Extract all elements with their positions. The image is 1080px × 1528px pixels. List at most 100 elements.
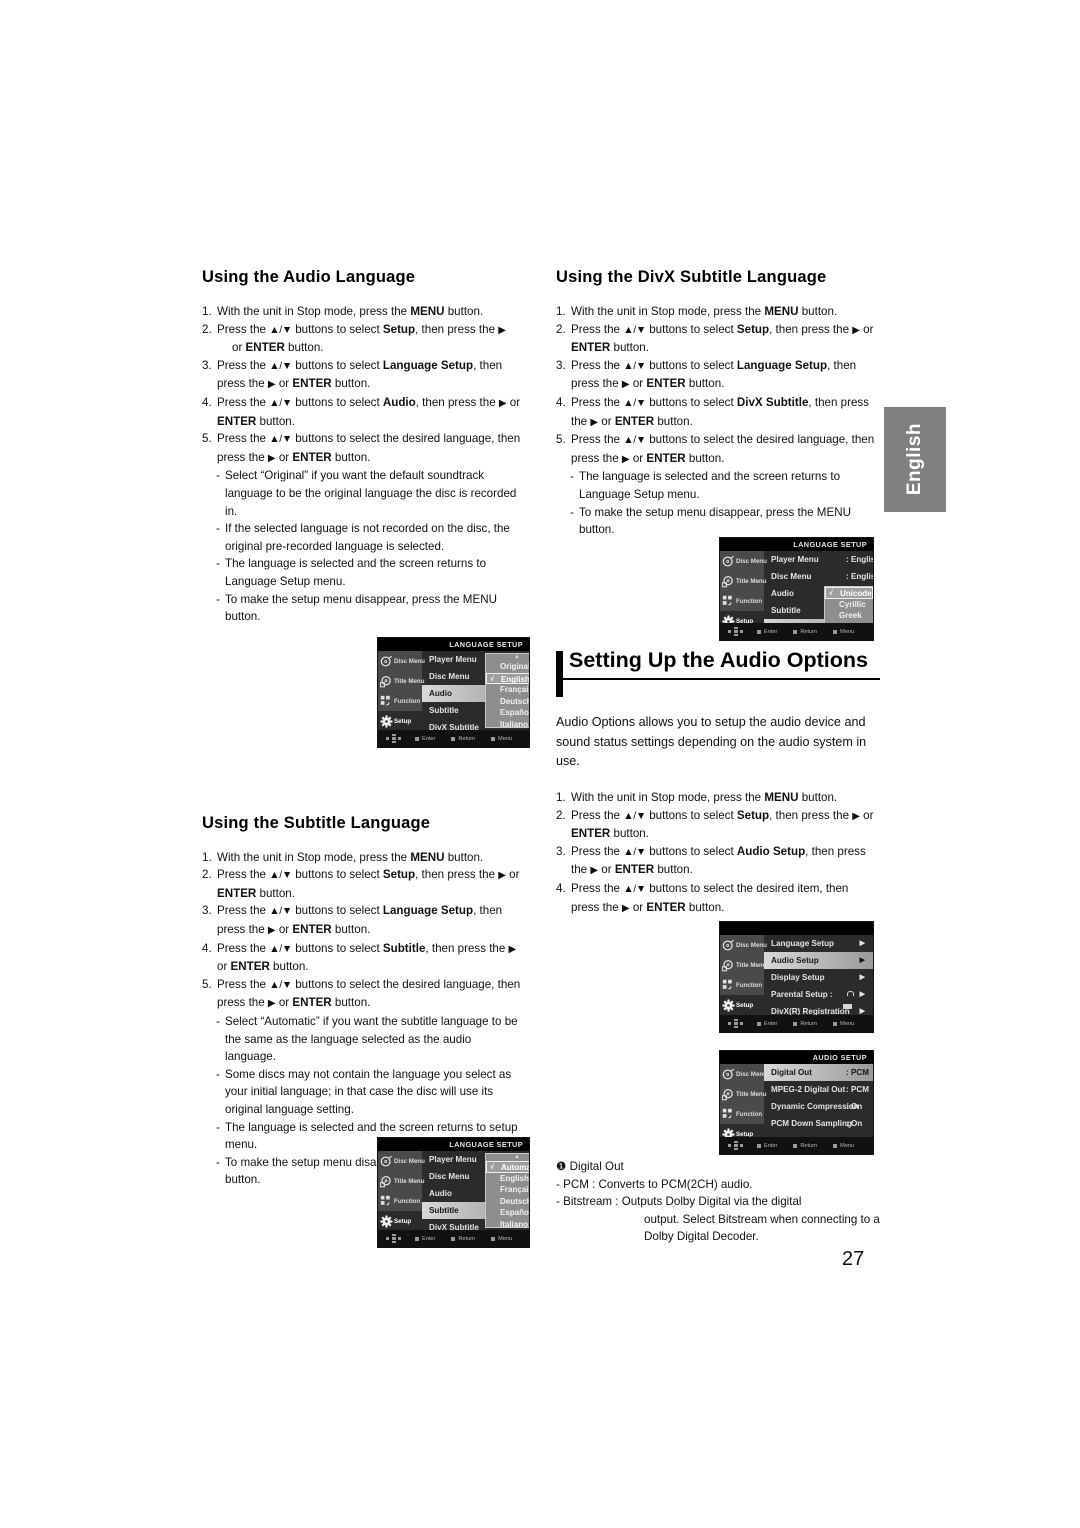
steps-divx-subtitle-language: 1. With the unit in Stop mode, press the … [556, 303, 878, 539]
instruction-step: 3. Press the ▲/▼ buttons to select Audio … [556, 843, 878, 880]
osd-sidebar-item-function[interactable]: Function [720, 975, 764, 995]
osd-footer-label: Enter [764, 1142, 778, 1149]
heading-subtitle-language: Using the Subtitle Language [202, 813, 431, 832]
osd-footer-key-icon [833, 1143, 838, 1148]
osd-option-item[interactable]: √ English [486, 672, 529, 684]
note-text: Select “Automatic” if you want the subti… [225, 1015, 518, 1064]
osd-menu-row[interactable]: MPEG-2 Digital Out: PCM [764, 1081, 873, 1098]
osd-sidebar-item-function[interactable]: Function [378, 1191, 422, 1211]
osd-sidebar-label: Setup [394, 717, 412, 725]
osd-menu-row-label: Player Menu [429, 655, 477, 664]
osd-sidebar-item-title-menu[interactable]: Title Menu [378, 671, 425, 691]
osd-menu-row[interactable]: Language Setup ▶ [764, 935, 873, 952]
osd-option-item[interactable]: Original [486, 661, 529, 673]
english-side-tab: English [884, 407, 946, 512]
right-column-top: Using the DivX Subtitle Language 1. With … [556, 268, 878, 539]
osd-menu-row[interactable]: Digital Out: PCM [764, 1064, 873, 1081]
osd-option-item[interactable]: Español [486, 707, 530, 719]
osd-option-item[interactable]: Greek [825, 610, 873, 622]
osd-sidebar-item-setup[interactable]: Setup [378, 711, 422, 731]
osd-sidebar-item-function[interactable]: Function [720, 591, 764, 611]
osd-sidebar-item-title-menu[interactable]: Title Menu [720, 571, 766, 591]
osd-option-list: √ Unicode Cyrillic Greek [824, 586, 873, 626]
osd-body: Disc Menu Title Menu Function Setup Language… [720, 935, 873, 1032]
osd-menu-row-label: Display Setup [771, 973, 825, 982]
osd-setup-menu: Disc Menu Title Menu Function Setup Language… [719, 921, 874, 1033]
osd-sidebar-label: Title Menu [394, 677, 425, 685]
step-number: 2. [202, 322, 212, 336]
osd-sidebar-item-disc-menu[interactable]: Disc Menu [720, 1064, 767, 1084]
osd-menu-row-label: Subtitle [429, 706, 459, 715]
osd-option-item[interactable]: Cyrillic [825, 599, 873, 611]
osd-sidebar-label: Function [736, 597, 763, 605]
osd-sidebar-item-setup[interactable]: Setup [720, 995, 764, 1015]
osd-footer-label: Enter [422, 735, 436, 742]
osd-footer-item: Menu [833, 629, 854, 635]
chevron-right-icon: ▶ [859, 957, 865, 964]
osd-option-list: ▲ Original √ English Français Deutsch Español I… [485, 653, 530, 736]
osd-option-label: Español [500, 1208, 530, 1217]
osd-option-item[interactable]: √ Unicode [825, 587, 873, 599]
osd-sidebar-item-title-menu[interactable]: Title Menu [720, 955, 767, 975]
osd-menu-row[interactable]: Parental Setup : ▶ [764, 986, 873, 1009]
osd-footer-item: Menu [491, 736, 512, 742]
osd-option-item[interactable]: Français [486, 1184, 529, 1196]
scroll-up-icon[interactable]: ▲ [486, 654, 529, 661]
osd-audio-setup: AUDIO SETUP Disc Menu Title Menu Function Se… [719, 1050, 874, 1155]
osd-sidebar-item-function[interactable]: Function [378, 691, 422, 711]
osd-sidebar-item-setup[interactable]: Setup [378, 1211, 422, 1231]
osd-option-label: Italiano [500, 1219, 529, 1229]
osd-menu-row-label: Disc Menu [429, 1172, 470, 1181]
digital-out-label: ❶ Digital Out [556, 1160, 624, 1173]
osd-option-item[interactable]: Italiano [486, 1219, 529, 1231]
osd-sidebar-label: Disc Menu [736, 1070, 767, 1078]
osd-sidebar-label: Title Menu [736, 961, 767, 969]
osd-sidebar-item-disc-menu[interactable]: Disc Menu [378, 651, 425, 671]
osd-option-label: Français [500, 685, 530, 694]
osd-menu-row[interactable]: Disc Menu: English [764, 568, 873, 585]
title-menu-icon [722, 1088, 735, 1101]
osd-footer: Enter Return Menu [378, 730, 529, 747]
osd-option-label: Cyrillic [839, 599, 866, 609]
osd-menu-row[interactable]: Display Setup ▶ [764, 969, 873, 986]
digital-out-line: - PCM : Converts to PCM(2CH) audio. [556, 1177, 753, 1191]
osd-sidebar-item-disc-menu[interactable]: Disc Menu [720, 551, 767, 571]
osd-menu-row[interactable]: PCM Down Sampling: On [764, 1115, 873, 1132]
osd-sidebar-item-title-menu[interactable]: Title Menu [720, 1084, 766, 1104]
disc-menu-icon [722, 939, 735, 952]
osd-sidebar-item-disc-menu[interactable]: Disc Menu [378, 1151, 425, 1171]
osd-option-label: Greek [839, 611, 862, 620]
osd-sidebar-label: Function [394, 1197, 421, 1205]
osd-sidebar-label: Function [736, 981, 763, 989]
osd-footer-label: Return [458, 1235, 476, 1242]
step-text: Press the ▲/▼ buttons to select Audio Se… [571, 844, 866, 877]
osd-option-item[interactable]: √Automatic [486, 1161, 530, 1173]
osd-menu-row[interactable]: Player Menu: English [764, 551, 873, 568]
note-text: To make the setup menu disappear, press … [579, 505, 851, 537]
step-number: 1. [556, 791, 566, 804]
step-number: 2. [556, 322, 566, 336]
osd-option-item[interactable]: Français [486, 684, 530, 696]
scroll-up-icon[interactable]: ▲ [486, 1154, 529, 1161]
osd-option-item[interactable]: English [486, 1173, 529, 1185]
note-text: To make the setup menu disappear, press … [225, 592, 497, 624]
osd-footer-key-icon [451, 736, 456, 741]
osd-option-item[interactable]: Italiano [486, 719, 529, 731]
osd-menu-row-value: : English [846, 572, 873, 581]
osd-menu-row[interactable]: Dynamic Compression: On [764, 1098, 873, 1115]
osd-footer-label: Return [800, 1020, 818, 1027]
osd-option-item[interactable]: Deutsch [486, 696, 529, 708]
instruction-note: - The language is selected and the screen… [202, 555, 524, 590]
osd-option-item[interactable]: Deutsch [486, 1196, 529, 1208]
step-number: 5. [202, 432, 212, 446]
note-dash: - [216, 1015, 220, 1029]
osd-option-label: Automatic [501, 1163, 530, 1172]
osd-option-label: Español [500, 708, 530, 717]
osd-footer-key-icon [757, 629, 761, 634]
note-dash: - [216, 1120, 220, 1134]
osd-menu-row[interactable]: Audio Setup ▶ [764, 952, 873, 969]
osd-option-item[interactable]: Español [486, 1207, 530, 1219]
osd-sidebar-item-disc-menu[interactable]: Disc Menu [720, 935, 767, 955]
osd-sidebar-item-title-menu[interactable]: Title Menu [378, 1171, 424, 1191]
osd-sidebar-item-function[interactable]: Function [720, 1104, 764, 1124]
